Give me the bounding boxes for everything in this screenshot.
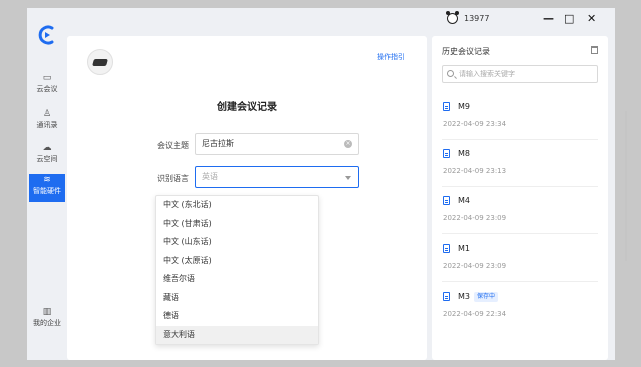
document-icon xyxy=(443,196,450,205)
user-info[interactable]: 13977 xyxy=(446,11,490,24)
list-item[interactable]: M3 保存中 2022-04-09 22:34 xyxy=(442,284,598,330)
dropdown-option[interactable]: 德语 xyxy=(156,307,318,326)
sidebar-item-hardware[interactable]: ≋ 智能硬件 xyxy=(29,174,65,202)
list-item[interactable]: M9 2022-04-09 23:34 xyxy=(442,94,598,140)
list-item[interactable]: M4 2022-04-09 23:09 xyxy=(442,188,598,234)
topic-input[interactable]: 尼古拉斯 × xyxy=(195,133,359,155)
trash-icon[interactable] xyxy=(591,46,598,54)
language-label: 识别语言 xyxy=(157,174,189,183)
user-id: 13977 xyxy=(464,14,490,23)
page-title: 创建会议记录 xyxy=(217,102,277,113)
language-select[interactable]: 英语 xyxy=(195,166,359,188)
record-name: M8 xyxy=(458,149,470,158)
list-item[interactable]: M8 2022-04-09 23:13 xyxy=(442,141,598,187)
document-icon xyxy=(443,244,450,253)
search-placeholder: 请输入搜索关键字 xyxy=(459,70,515,78)
record-name: M9 xyxy=(458,102,470,111)
record-date: 2022-04-09 23:34 xyxy=(443,120,507,128)
history-title: 历史会议记录 xyxy=(442,47,490,56)
record-name-text: M3 xyxy=(458,292,470,301)
dropdown-option[interactable]: 意大利语 xyxy=(156,325,318,344)
sidebar-item-cloud[interactable]: ☁ 云空间 xyxy=(29,142,65,170)
sidebar-item-contacts[interactable]: ♙ 通讯录 xyxy=(29,108,65,136)
title-bar: 13977 — □ ✕ xyxy=(27,8,615,32)
minimize-button[interactable]: — xyxy=(543,12,554,26)
topic-value: 尼古拉斯 xyxy=(202,139,234,148)
avatar xyxy=(446,11,459,24)
close-button[interactable]: ✕ xyxy=(587,12,596,26)
sidebar-item-enterprise[interactable]: ▥ 我的企业 xyxy=(29,306,65,334)
video-icon: ▭ xyxy=(42,73,52,83)
record-name: M3 保存中 xyxy=(458,292,499,302)
list-item[interactable]: M1 2022-04-09 23:09 xyxy=(442,236,598,282)
contacts-icon: ♙ xyxy=(42,109,52,119)
record-date: 2022-04-09 23:09 xyxy=(443,262,507,270)
topic-label: 会议主题 xyxy=(157,141,189,150)
app-logo xyxy=(38,25,54,45)
sidebar-item-label: 我的企业 xyxy=(33,319,61,327)
dropdown-option[interactable]: 中文 (太原话) xyxy=(156,252,318,271)
document-icon xyxy=(443,149,450,158)
document-icon xyxy=(443,102,450,111)
dropdown-option[interactable]: 藏语 xyxy=(156,289,318,308)
guide-link[interactable]: 操作指引 xyxy=(377,52,405,62)
sidebar-item-label: 智能硬件 xyxy=(33,187,61,195)
clear-icon[interactable]: × xyxy=(344,140,352,148)
chevron-down-icon xyxy=(345,176,351,180)
sidebar-item-label: 云空间 xyxy=(36,155,58,163)
document-icon xyxy=(443,292,450,301)
hardware-icon: ≋ xyxy=(43,175,51,185)
sidebar-nav: ▭ 云会议 ♙ 通讯录 ☁ 云空间 ≋ 智能硬件 ▥ 我的企业 xyxy=(27,8,67,360)
scrollbar[interactable] xyxy=(625,111,627,261)
sidebar-item-label: 通讯录 xyxy=(36,121,58,129)
maximize-button[interactable]: □ xyxy=(564,12,574,26)
search-input[interactable]: 请输入搜索关键字 xyxy=(442,65,598,83)
app-window: 13977 — □ ✕ ▭ 云会议 ♙ 通讯录 ☁ 云空间 ≋ 智能硬件 ▥ 我… xyxy=(27,8,627,360)
dropdown-option[interactable]: 维吾尔语 xyxy=(156,270,318,289)
sidebar-item-meeting[interactable]: ▭ 云会议 xyxy=(29,72,65,100)
dropdown-option[interactable]: 中文 (东北话) xyxy=(156,196,318,215)
dropdown-option[interactable]: 中文 (甘肃话) xyxy=(156,215,318,234)
history-panel: 历史会议记录 请输入搜索关键字 M9 2022-04-09 23:34 M8 2… xyxy=(432,36,627,360)
record-name: M1 xyxy=(458,244,470,253)
sidebar-item-label: 云会议 xyxy=(36,85,58,93)
enterprise-icon: ▥ xyxy=(42,307,52,317)
record-date: 2022-04-09 23:13 xyxy=(443,167,507,175)
status-badge: 保存中 xyxy=(474,292,499,302)
dropdown-option[interactable]: 中文 (山东话) xyxy=(156,233,318,252)
record-name: M4 xyxy=(458,196,470,205)
device-icon xyxy=(87,49,113,75)
language-value: 英语 xyxy=(202,172,218,181)
search-icon xyxy=(447,70,454,77)
record-date: 2022-04-09 22:34 xyxy=(443,310,507,318)
cloud-icon: ☁ xyxy=(42,143,52,153)
record-date: 2022-04-09 23:09 xyxy=(443,214,507,222)
language-dropdown: 中文 (东北话) 中文 (甘肃话) 中文 (山东话) 中文 (太原话) 维吾尔语… xyxy=(155,195,319,345)
